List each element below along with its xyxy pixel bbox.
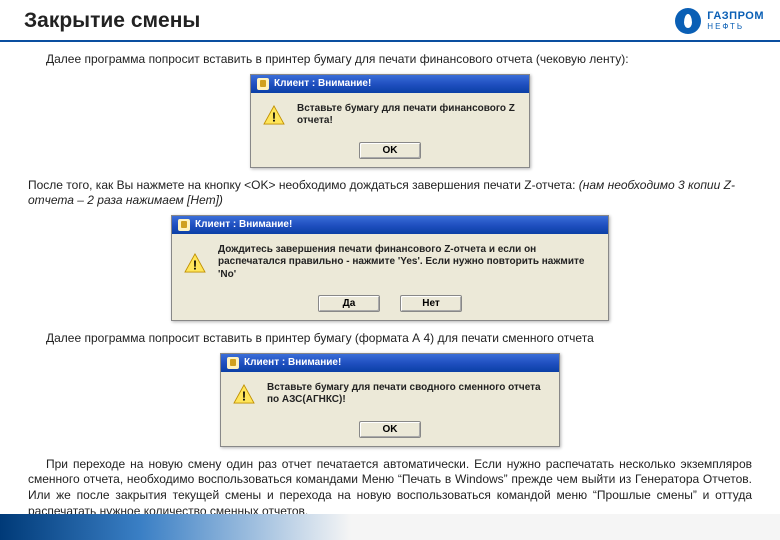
dialog-2: Клиент : Внимание! ! Дождитесь завершени… — [171, 215, 609, 322]
intro-paragraph-3: Далее программа попросит вставить в прин… — [28, 331, 752, 347]
brand-sub: НЕФТЬ — [707, 22, 764, 31]
svg-text:!: ! — [272, 109, 276, 124]
dialog-1: Клиент : Внимание! ! Вставьте бумагу для… — [250, 74, 530, 168]
page-title: Закрытие смены — [24, 9, 200, 33]
brand-name: ГАЗПРОМ — [707, 11, 764, 22]
dialog-2-wrap: Клиент : Внимание! ! Дождитесь завершени… — [28, 215, 752, 322]
p2-text: После того, как Вы нажмете на кнопку <OK… — [28, 178, 579, 192]
ok-button[interactable]: OK — [359, 421, 421, 438]
dialog-1-title-text: Клиент : Внимание! — [274, 78, 371, 89]
dialog-2-message: Дождитесь завершения печати финансового … — [218, 244, 596, 282]
final-paragraph: При переходе на новую смену один раз отч… — [28, 457, 752, 519]
dialog-icon — [227, 357, 239, 369]
header: Закрытие смены ГАЗПРОМ НЕФТЬ — [0, 0, 780, 42]
dialog-1-title: Клиент : Внимание! — [251, 75, 529, 93]
no-button[interactable]: Нет — [400, 295, 462, 312]
yes-button[interactable]: Да — [318, 295, 380, 312]
content: Далее программа попросит вставить в прин… — [0, 42, 780, 533]
flame-icon — [675, 8, 701, 34]
svg-text:!: ! — [242, 389, 246, 404]
intro-paragraph-1: Далее программа попросит вставить в прин… — [28, 52, 752, 68]
dialog-3-title-text: Клиент : Внимание! — [244, 357, 341, 368]
svg-text:!: ! — [193, 257, 197, 272]
dialog-1-wrap: Клиент : Внимание! ! Вставьте бумагу для… — [28, 74, 752, 168]
footer-band — [0, 514, 780, 540]
dialog-3-title: Клиент : Внимание! — [221, 354, 559, 372]
dialog-icon — [178, 219, 190, 231]
warning-icon: ! — [233, 384, 255, 404]
dialog-2-title-text: Клиент : Внимание! — [195, 219, 292, 230]
dialog-3: Клиент : Внимание! ! Вставьте бумагу для… — [220, 353, 560, 447]
dialog-2-title: Клиент : Внимание! — [172, 216, 608, 234]
dialog-1-message: Вставьте бумагу для печати финансового Z… — [297, 103, 517, 128]
dialog-3-wrap: Клиент : Внимание! ! Вставьте бумагу для… — [28, 353, 752, 447]
ok-button[interactable]: OK — [359, 142, 421, 159]
dialog-icon — [257, 78, 269, 90]
dialog-3-message: Вставьте бумагу для печати сводного смен… — [267, 382, 547, 407]
intro-paragraph-2: После того, как Вы нажмете на кнопку <OK… — [28, 178, 752, 209]
warning-icon: ! — [263, 105, 285, 125]
brand-logo: ГАЗПРОМ НЕФТЬ — [675, 8, 764, 34]
warning-icon: ! — [184, 253, 206, 273]
